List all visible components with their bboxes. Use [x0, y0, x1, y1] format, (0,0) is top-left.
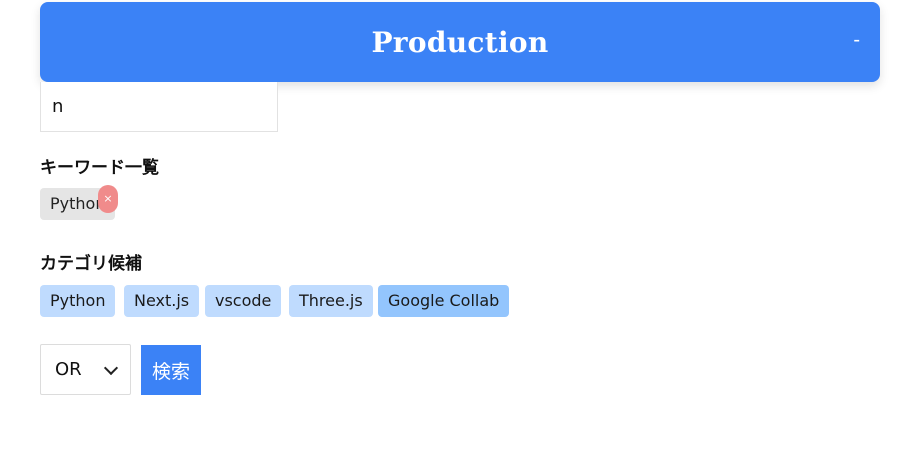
category-tag-python[interactable]: Python — [40, 285, 116, 317]
page-title: Production — [371, 25, 549, 59]
header-bar: Production - — [40, 2, 880, 82]
collapse-button[interactable]: - — [853, 30, 860, 50]
category-tag-vscode[interactable]: vscode — [205, 285, 282, 317]
search-button[interactable]: 検索 — [141, 345, 201, 395]
category-tag-threejs[interactable]: Three.js — [289, 285, 373, 317]
category-tag-nextjs[interactable]: Next.js — [124, 285, 200, 317]
remove-keyword-icon[interactable]: × — [98, 185, 118, 213]
keyword-list-heading: キーワード一覧 — [40, 158, 159, 178]
search-mode-select[interactable]: OR — [40, 344, 131, 395]
chevron-down-icon — [103, 360, 119, 375]
search-mode-value: OR — [55, 359, 82, 380]
keyword-input[interactable] — [40, 82, 278, 132]
category-tag-google-collab[interactable]: Google Collab — [378, 285, 510, 317]
category-candidates-heading: カテゴリ候補 — [40, 254, 142, 274]
